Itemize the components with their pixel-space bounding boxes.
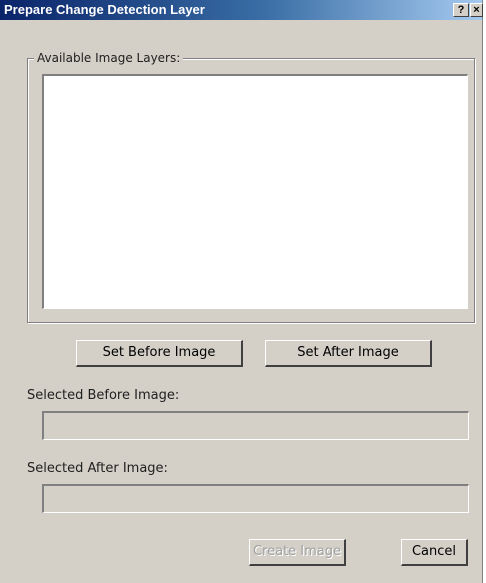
- selected-before-label: Selected Before Image:: [27, 388, 180, 403]
- selected-before-field[interactable]: [42, 411, 469, 440]
- create-image-button[interactable]: Create Image: [249, 539, 346, 566]
- selected-after-field[interactable]: [42, 484, 469, 513]
- image-layers-list[interactable]: [42, 74, 468, 309]
- available-layers-label: Available Image Layers:: [34, 51, 184, 65]
- close-icon[interactable]: ×: [470, 3, 483, 17]
- title-bar[interactable]: Prepare Change Detection Layer ? ×: [0, 0, 483, 20]
- help-icon[interactable]: ?: [453, 3, 469, 17]
- set-before-image-button[interactable]: Set Before Image: [76, 340, 243, 367]
- selected-after-label: Selected After Image:: [27, 461, 168, 476]
- dialog-title: Prepare Change Detection Layer: [4, 2, 205, 17]
- set-after-image-button[interactable]: Set After Image: [265, 340, 432, 367]
- dialog-window: Prepare Change Detection Layer ? × Avail…: [0, 0, 483, 583]
- cancel-button[interactable]: Cancel: [401, 539, 468, 566]
